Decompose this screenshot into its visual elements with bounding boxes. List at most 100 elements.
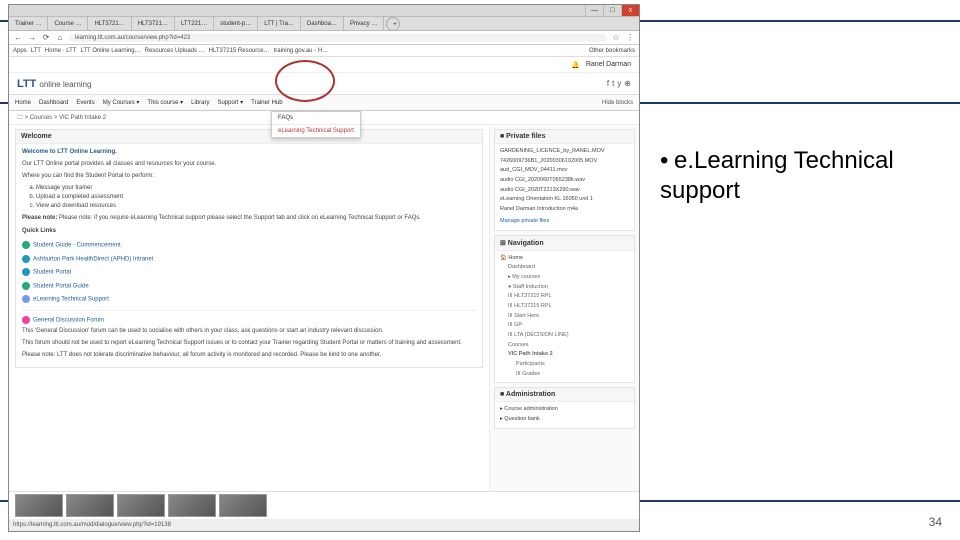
browser-tab[interactable]: Course … [48,17,88,31]
hide-blocks-button[interactable]: Hide blocks [602,100,633,106]
forward-icon[interactable]: → [27,33,37,42]
site-icon[interactable]: ⊕ [624,79,631,88]
status-bar: https://learning.ltt.com.au/mod/dialogue… [9,519,639,531]
nav-home[interactable]: Home [15,100,31,106]
nav-events[interactable]: Events [76,100,94,106]
thumbnail-strip [9,491,639,519]
thumbnail[interactable] [168,494,216,517]
thumbnail[interactable] [117,494,165,517]
browser-tab[interactable]: LTT221… [175,17,214,31]
ql-student-guide[interactable]: Student Guide - Commencement [22,239,476,253]
nav-support[interactable]: Support ▾ [217,99,243,106]
nav-item[interactable]: ▸ My courses [500,273,629,283]
browser-tab[interactable]: Privacy … [344,17,384,31]
bookmark[interactable]: Resources Uploads … [145,48,205,54]
ql-student-portal[interactable]: Student Portal [22,266,476,280]
nav-item[interactable]: Participants [500,360,629,370]
navigation-title: ⊞ Navigation [495,236,634,251]
bookmark[interactable]: LTT [31,48,41,54]
address-bar-row: ← → ⟳ ⌂ learning.ltt.com.au/course/view.… [9,31,639,45]
address-bar[interactable]: learning.ltt.com.au/course/view.php?id=4… [69,34,607,42]
bookmark[interactable]: Apps [13,48,27,54]
nav-item[interactable]: III LTA (DECISION LINE) [500,331,629,341]
file-item[interactable]: audio CGI_2020060T065238k.wav [500,176,629,186]
admin-item[interactable]: ▸ Course administration [500,405,629,415]
window-chrome: — □ x [9,5,639,17]
forum-link[interactable]: General Discussion Forum [22,314,476,328]
minimize-button[interactable]: — [585,5,603,16]
browser-tab[interactable]: LTT | Tra… [258,17,301,31]
administration-title: ■ Administration [495,388,634,402]
nav-my-courses[interactable]: My Courses ▾ [103,99,140,106]
back-icon[interactable]: ← [13,33,23,42]
facebook-icon[interactable]: f [607,79,609,88]
bookmark[interactable]: Home · LTT [45,48,77,54]
twitter-icon[interactable]: t [612,79,614,88]
nav-item[interactable]: III GP [500,321,629,331]
ql-tech-support[interactable]: eLearning Technical Support [22,293,476,307]
file-item[interactable]: eLearning Orientation KL 16050 unit 1 [500,195,629,205]
file-item[interactable]: Ranel Darman Introduction m4a [500,205,629,215]
new-tab-button[interactable]: + [386,17,400,31]
slide-bullet: •e.Learning Technical support [660,146,940,206]
browser-tab[interactable]: student-p… [214,17,258,31]
browser-tab[interactable]: HLT3721… [132,17,175,31]
welcome-card: Welcome Welcome to LTT Online Learning. … [15,129,483,368]
user-bar: 🔔 Ranel Darman [9,57,639,73]
file-item[interactable]: audio CGI_2020T2213X290.wav [500,186,629,196]
nav-trainer-hub[interactable]: Trainer Hub [251,100,282,106]
thumbnail[interactable] [15,494,63,517]
youtube-icon[interactable]: y [617,79,621,88]
star-icon[interactable]: ☆ [611,33,621,42]
notifications-icon[interactable]: 🔔 [571,61,580,69]
file-item[interactable]: GARDENING_LICENCE_by_RANEL.MOV [500,147,629,157]
maximize-button[interactable]: □ [603,5,621,16]
manage-files-link[interactable]: Manage private files [500,217,629,227]
tab-strip: Trainer … Course … HLT3721… HLT3721… LTT… [9,17,639,31]
bookmark[interactable]: LTT Online Learning… [80,48,140,54]
file-item[interactable]: aud_CGI_MOV_04411.mov [500,166,629,176]
brand-bar: LTT online learning f t y ⊕ [9,73,639,95]
nav-item[interactable]: Courses [500,341,629,351]
nav-dashboard[interactable]: Dashboard [39,100,68,106]
nav-item[interactable]: ● Staff Induction [500,283,629,293]
nav-item[interactable]: 🏠 Home [500,254,629,264]
thumbnail[interactable] [66,494,114,517]
bookmark[interactable]: training.gov.au - H… [274,48,329,54]
ql-portal-guide[interactable]: Student Portal Guide [22,280,476,294]
ql-aphd-intranet[interactable]: Ashburton Park HealthDirect (APHD) Intra… [22,253,476,267]
nav-library[interactable]: Library [191,100,209,106]
menu-icon[interactable]: ⋮ [625,33,635,42]
browser-tab[interactable]: Trainer … [9,17,48,31]
close-button[interactable]: x [621,5,639,16]
nav-item[interactable]: III HLT37215 RPL [500,292,629,302]
bookmarks-bar: Apps LTT Home · LTT LTT Online Learning…… [9,45,639,57]
browser-tab[interactable]: HLT3721… [88,17,131,31]
user-menu[interactable]: Ranel Darman [586,61,631,68]
site-navbar: Home Dashboard Events My Courses ▾ This … [9,95,639,111]
browser-tab[interactable]: Dashboa… [301,17,344,31]
nav-this-course[interactable]: This course ▾ [147,99,183,106]
reload-icon[interactable]: ⟳ [41,33,51,42]
thumbnail[interactable] [219,494,267,517]
dropdown-item-faqs[interactable]: FAQs [272,112,360,125]
private-files-block: ■ Private files GARDENING_LICENCE_by_RAN… [494,129,635,231]
nav-item[interactable]: III HLT37215 RPL [500,302,629,312]
home-icon[interactable]: ⌂ [55,33,65,42]
site-logo[interactable]: LTT online learning [17,78,91,90]
nav-item[interactable]: Dashboard [500,263,629,273]
admin-item[interactable]: ▸ Question bank [500,415,629,425]
bookmark[interactable]: HLT37215 Resource… [209,48,270,54]
dropdown-item-tech-support[interactable]: eLearning Technical Support [272,125,360,137]
support-dropdown: FAQs eLearning Technical Support [271,111,361,138]
nav-item[interactable]: III Start Here [500,312,629,322]
slide-page-number: 34 [929,515,942,529]
nav-item[interactable]: III Grades [500,370,629,380]
browser-screenshot: — □ x Trainer … Course … HLT3721… HLT372… [8,4,640,532]
quick-links-title: Quick Links [22,227,476,236]
navigation-block: ⊞ Navigation 🏠 Home Dashboard ▸ My cours… [494,235,635,384]
file-item[interactable]: 7426009736B1_20200306102005.MOV [500,157,629,167]
other-bookmarks[interactable]: Other bookmarks [589,48,635,54]
nav-item-current[interactable]: VIC Path Intake 2 [500,350,629,360]
private-files-title: ■ Private files [495,130,634,144]
